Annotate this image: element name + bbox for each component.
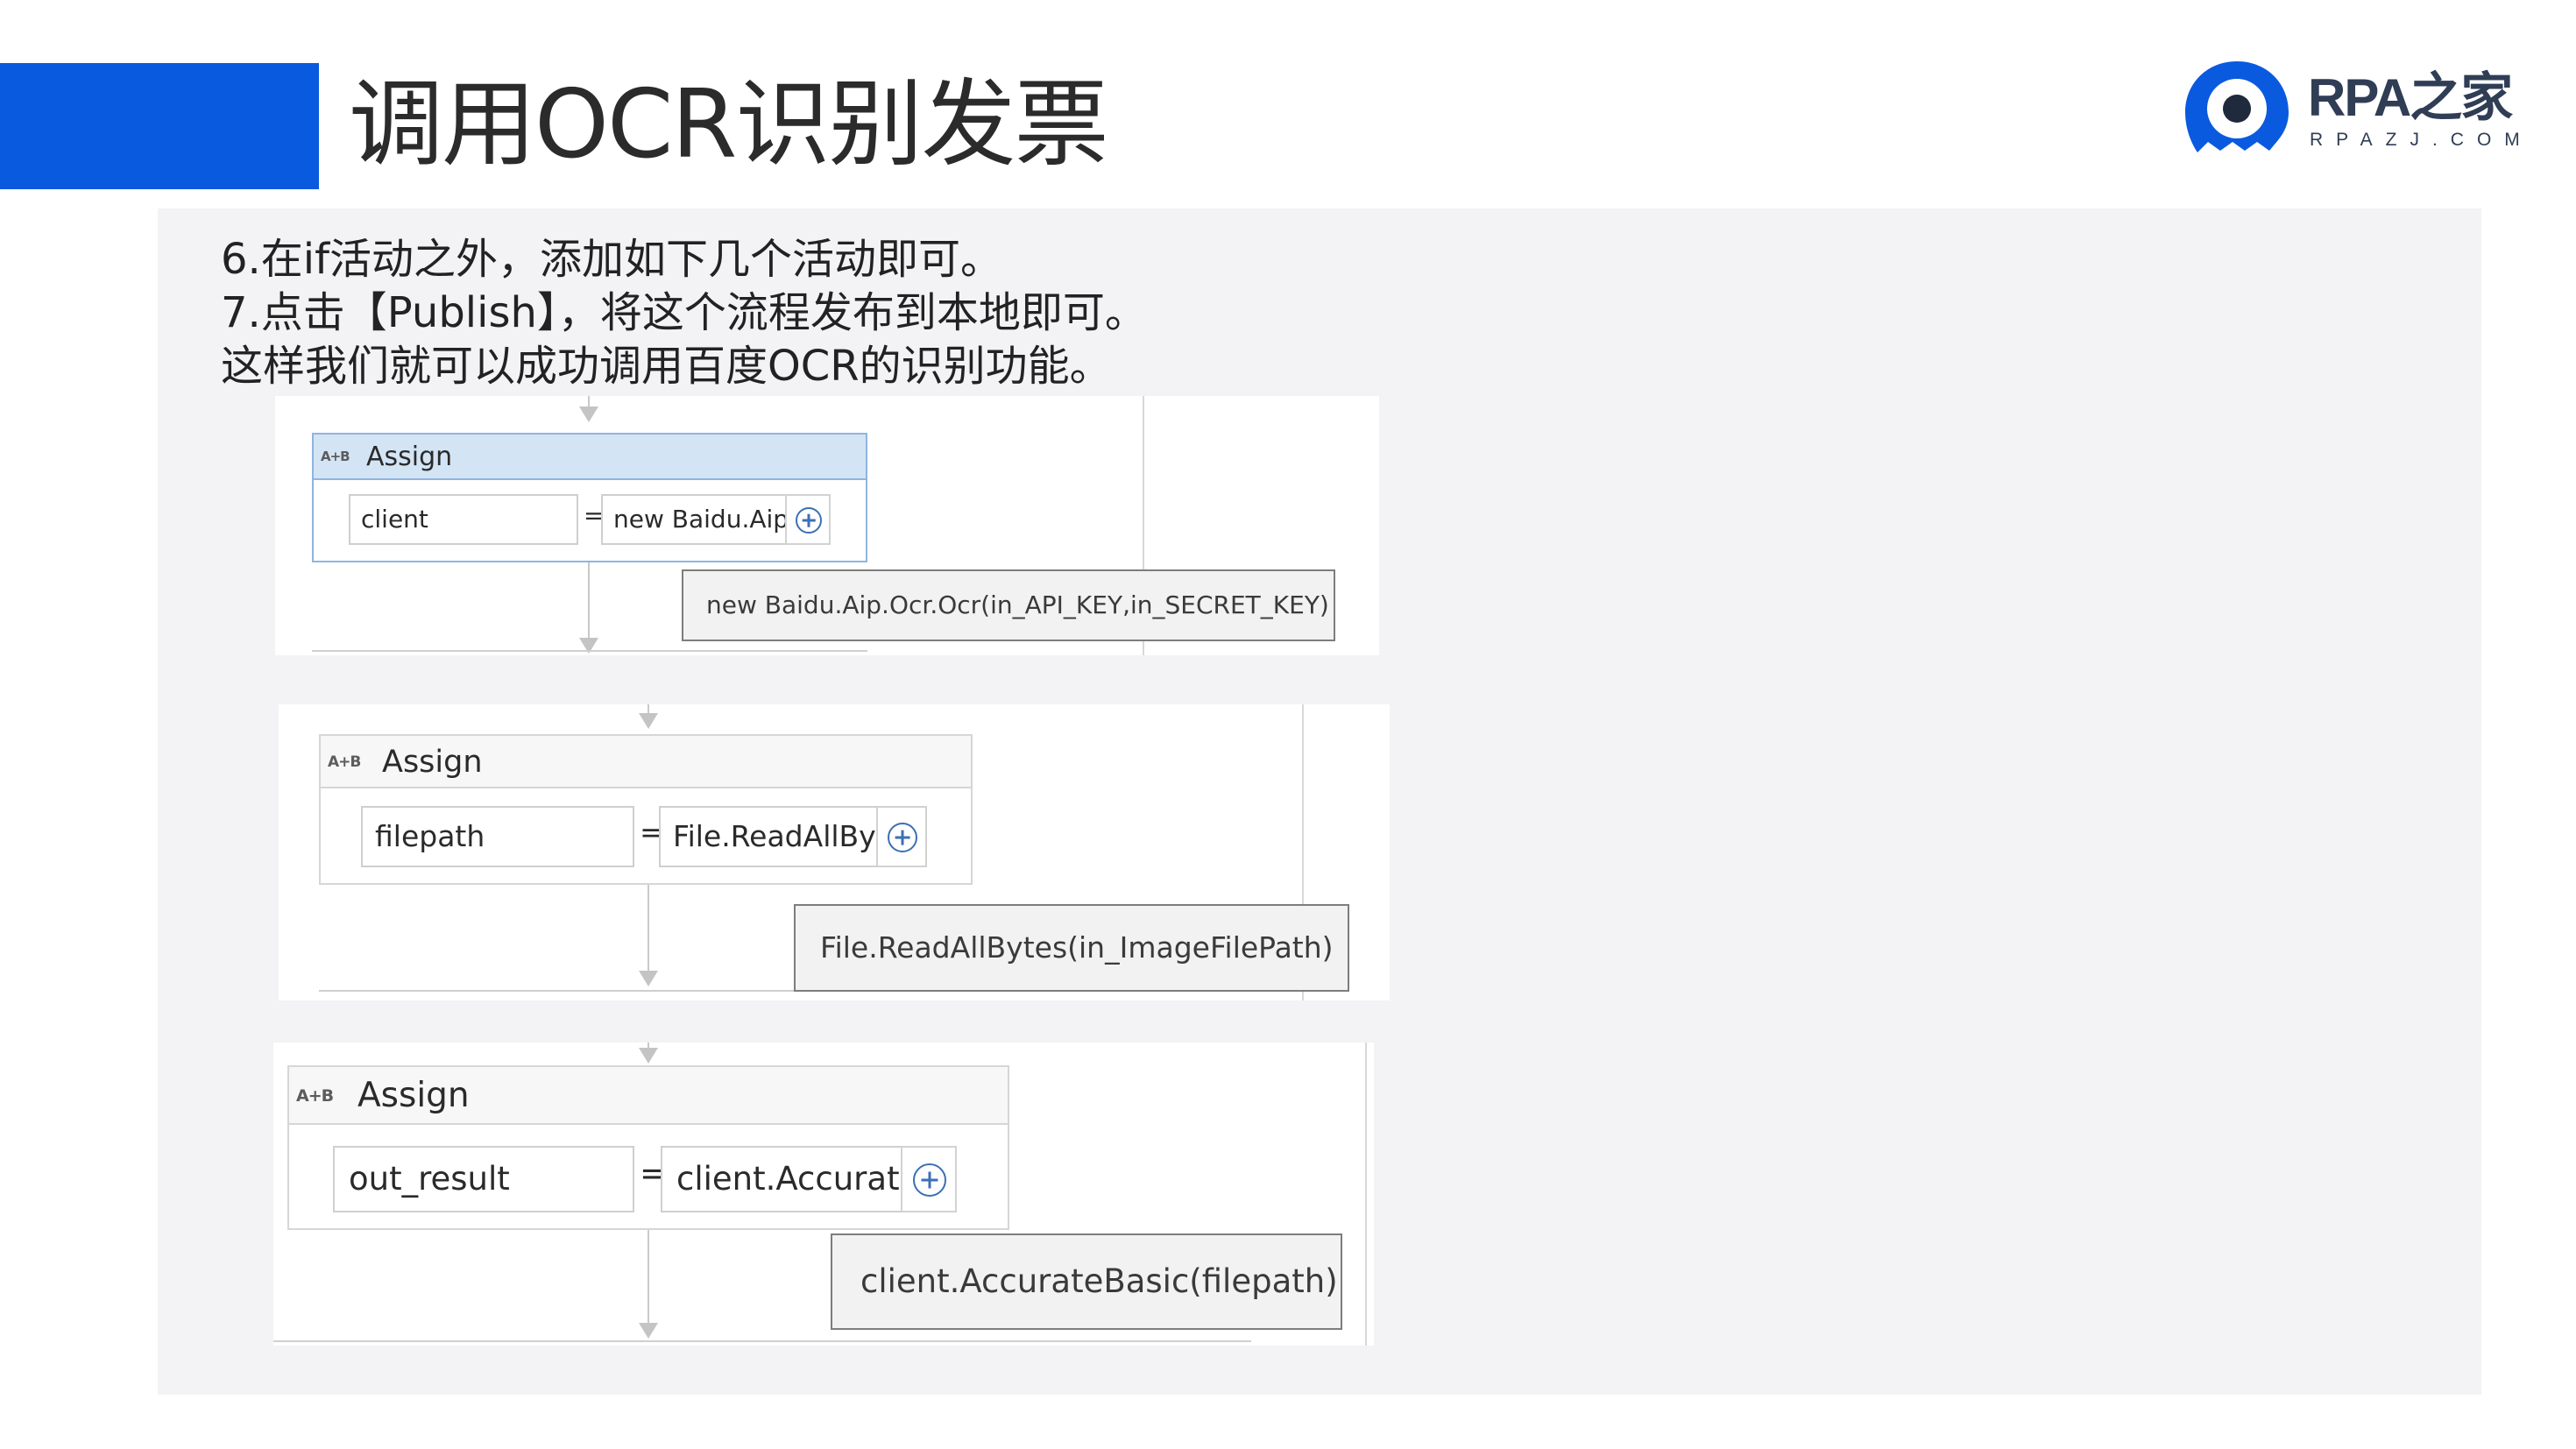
flow-connector <box>648 885 649 976</box>
plus-circle-icon <box>913 1163 946 1197</box>
assign-ab-icon: A+B <box>296 1086 334 1106</box>
activity-title: Assign <box>382 745 483 780</box>
plus-circle-icon <box>888 823 917 852</box>
instruction-line: 7.点击【Publish】，将这个流程发布到本地即可。 <box>221 288 1147 337</box>
activity-header[interactable]: A+B Assign <box>314 435 866 480</box>
next-activity-edge <box>312 650 867 652</box>
assign-to-field[interactable]: client <box>349 494 578 545</box>
instruction-line: 这样我们就可以成功调用百度OCR的识别功能。 <box>221 342 1112 391</box>
flow-arrow-icon <box>639 713 658 729</box>
next-activity-edge <box>273 1340 1251 1342</box>
flow-connector <box>648 1230 649 1328</box>
expression-tooltip: client.AccurateBasic(filepath) <box>831 1233 1342 1330</box>
assign-activity[interactable]: A+B Assign out_result = client.Accurat <box>287 1065 1009 1230</box>
activity-header[interactable]: A+B Assign <box>321 736 971 788</box>
assign-ab-icon: A+B <box>328 753 361 771</box>
workflow-screenshot-client: A+B Assign client = new Baidu.Aip new Ba… <box>275 396 1379 655</box>
flow-arrow-icon <box>639 1323 658 1339</box>
flow-arrow-icon <box>579 406 598 422</box>
flow-connector <box>588 562 590 641</box>
flow-arrow-icon <box>639 971 658 986</box>
assign-activity[interactable]: A+B Assign filepath = File.ReadAllBy <box>319 734 973 885</box>
flow-arrow-icon <box>639 1048 658 1064</box>
expand-button[interactable] <box>876 806 927 867</box>
title-accent-bar <box>0 63 319 189</box>
workflow-screenshot-result: A+B Assign out_result = client.Accurat c… <box>273 1043 1374 1346</box>
workflow-screenshot-filepath: A+B Assign filepath = File.ReadAllBy Fil… <box>279 704 1390 1000</box>
activity-title: Assign <box>366 442 453 472</box>
activity-header[interactable]: A+B Assign <box>289 1067 1008 1125</box>
expression-tooltip: new Baidu.Aip.Ocr.Ocr(in_API_KEY,in_SECR… <box>682 569 1335 641</box>
eye-badge-icon <box>2185 61 2289 152</box>
logo-wordmark: RPA之家 <box>2308 68 2513 127</box>
logo-subtitle: RPAZJ.COM <box>2310 130 2533 150</box>
expression-tooltip: File.ReadAllBytes(in_ImageFilePath) <box>794 904 1349 992</box>
assign-value-field[interactable]: client.Accurat <box>661 1146 902 1212</box>
instruction-text: 6.在if活动之外，添加如下几个活动即可。 7.点击【Publish】，将这个流… <box>221 233 1147 393</box>
assign-ab-icon: A+B <box>321 449 350 464</box>
assign-to-field[interactable]: filepath <box>361 806 634 867</box>
rpa-logo: RPA之家 RPAZJ.COM <box>2180 58 2530 163</box>
assign-value-field[interactable]: new Baidu.Aip <box>601 494 787 545</box>
divider-line <box>1365 1043 1367 1346</box>
assign-value-field[interactable]: File.ReadAllBy <box>659 806 878 867</box>
plus-circle-icon <box>796 507 822 534</box>
assign-to-field[interactable]: out_result <box>333 1146 634 1212</box>
activity-title: Assign <box>357 1076 470 1115</box>
instruction-line: 6.在if活动之外，添加如下几个活动即可。 <box>221 235 1003 284</box>
page-title: 调用OCR识别发票 <box>349 70 1108 180</box>
expand-button[interactable] <box>901 1146 957 1212</box>
expand-button[interactable] <box>785 494 831 545</box>
assign-activity[interactable]: A+B Assign client = new Baidu.Aip <box>312 433 867 562</box>
